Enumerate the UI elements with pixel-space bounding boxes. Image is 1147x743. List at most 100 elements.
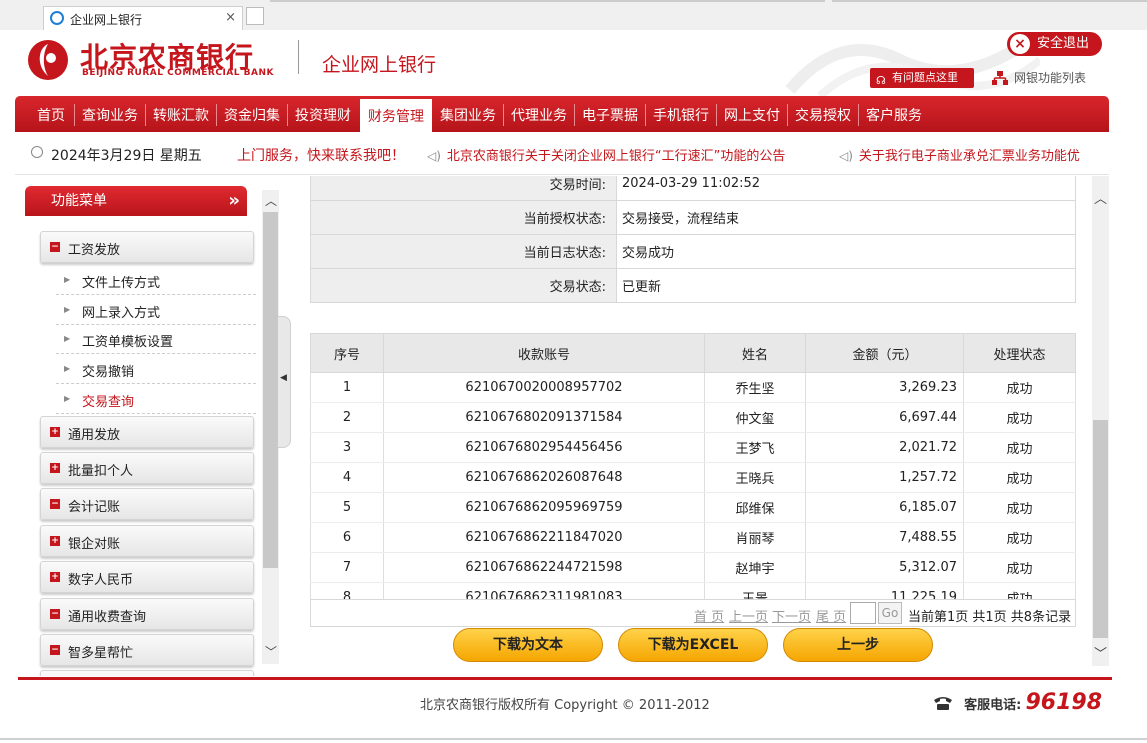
notice-1[interactable]: ◁) 北京农商银行关于关闭企业网上银行“工行速汇”功能的公告 xyxy=(427,145,785,164)
back-button[interactable]: 上一步 xyxy=(783,628,933,662)
menu-sub-label: 交易查询 xyxy=(82,395,135,410)
nav-query[interactable]: 查询业务 xyxy=(76,96,144,132)
phone-icon xyxy=(934,697,952,710)
scroll-up-icon[interactable]: ︿ xyxy=(1094,188,1107,207)
expand-icon: + xyxy=(50,463,60,473)
nav-group-business[interactable]: 集团业务 xyxy=(434,96,502,132)
scroll-up-icon[interactable]: ︿ xyxy=(265,192,277,209)
collapse-icon: − xyxy=(50,609,60,619)
menu-sub-online-entry[interactable]: ▶ 网上录入方式 xyxy=(56,296,256,325)
hotline-number: 96198 xyxy=(1025,690,1103,715)
arrow-right-icon: ▶ xyxy=(64,334,71,343)
menu-sub-label: 文件上传方式 xyxy=(82,276,161,291)
menu-group-label: 数字人民币 xyxy=(68,573,134,588)
cell-amount: 2,021.72 xyxy=(805,432,964,463)
menu-group-batch-debit[interactable]: + 批量扣个人 xyxy=(40,452,254,484)
nav-mobile-banking[interactable]: 手机银行 xyxy=(647,96,715,132)
menu-group-reconciliation[interactable]: + 银企对账 xyxy=(40,525,254,557)
table-row: 5 6210676862095969759 邱维保 6,185.07 成功 xyxy=(310,492,1076,523)
info-row: 交易状态: 已更新 xyxy=(310,268,1076,303)
nav-divider xyxy=(716,104,717,126)
cell-index: 7 xyxy=(310,552,384,583)
browser-tab[interactable]: 企业网上银行 × xyxy=(43,6,243,30)
menu-group-label: 批量扣个人 xyxy=(68,464,134,479)
speaker-icon: ◁) xyxy=(839,149,853,163)
page-next-link[interactable]: 下一页 xyxy=(772,606,811,625)
menu-sub-payslip-template[interactable]: ▶ 工资单模板设置 xyxy=(56,325,256,354)
nav-divider xyxy=(574,104,575,126)
transaction-info-table: 交易时间: 2024-03-29 11:02:52 当前授权状态: 交易接受，流… xyxy=(310,176,1076,303)
menu-group-more[interactable] xyxy=(40,670,254,676)
menu-group-salary[interactable]: − 工资发放 xyxy=(40,231,254,263)
menu-group-accounting[interactable]: − 会计记账 xyxy=(40,488,254,520)
notice-2[interactable]: ◁) 关于我行电子商业承兑汇票业务功能优 xyxy=(839,145,1080,164)
content-scrollbar[interactable]: ︿ ﹀ xyxy=(1092,176,1109,666)
menu-group-helper[interactable]: − 智多星帮忙 xyxy=(40,634,254,666)
collapse-icon: − xyxy=(50,499,60,509)
hotline-label: 客服电话: xyxy=(964,698,1022,713)
brand-subtitle: 企业网上银行 xyxy=(322,54,437,76)
nav-fund-pooling[interactable]: 资金归集 xyxy=(218,96,286,132)
nav-online-payment[interactable]: 网上支付 xyxy=(718,96,786,132)
nav-home[interactable]: 首页 xyxy=(29,96,73,132)
menu-sub-file-upload[interactable]: ▶ 文件上传方式 xyxy=(56,266,256,295)
promo-text[interactable]: 上门服务，快来联系我吧！ xyxy=(237,145,405,165)
nav-customer-service[interactable]: 客户服务 xyxy=(860,96,928,132)
menu-header[interactable]: 功能菜单 » xyxy=(25,186,247,216)
brand-divider xyxy=(298,40,299,74)
cell-amount: 5,312.07 xyxy=(805,552,964,583)
menu-sub-label: 网上录入方式 xyxy=(82,306,161,321)
table-row: 1 6210670020008957702 乔生坚 3,269.23 成功 xyxy=(310,372,1076,403)
tab-close-icon[interactable]: × xyxy=(225,10,236,25)
page-prev-link[interactable]: 上一页 xyxy=(729,606,768,625)
cell-status: 成功 xyxy=(963,372,1076,403)
table-row: 3 6210676802954456456 王梦飞 2,021.72 成功 xyxy=(310,432,1076,463)
page-last-link[interactable]: 尾 页 xyxy=(816,606,846,625)
download-excel-button[interactable]: 下载为EXCEL xyxy=(618,628,768,662)
faq-button[interactable]: ☊ 有问题点这里 xyxy=(870,68,974,88)
notice-2-text: 关于我行电子商业承兑汇票业务功能优 xyxy=(858,149,1080,164)
info-value: 交易接受，流程结束 xyxy=(616,200,1076,235)
menu-scrollbar-thumb[interactable] xyxy=(263,212,278,568)
nav-e-bills[interactable]: 电子票据 xyxy=(576,96,644,132)
nav-divider xyxy=(787,104,788,126)
menu-sub-transaction-query[interactable]: ▶ 交易查询 xyxy=(56,385,256,414)
menu-group-digital-rmb[interactable]: + 数字人民币 xyxy=(40,561,254,593)
cell-account: 6210676862026087648 xyxy=(383,462,705,493)
nav-investment[interactable]: 投资理财 xyxy=(289,96,357,132)
new-tab-icon[interactable] xyxy=(246,7,264,25)
cell-name: 赵坤宇 xyxy=(704,552,806,583)
scroll-down-icon[interactable]: ﹀ xyxy=(1094,643,1107,662)
menu-group-general-payout[interactable]: + 通用发放 xyxy=(40,416,254,448)
speaker-icon: ◁) xyxy=(427,149,441,163)
page-number-input[interactable] xyxy=(850,602,876,624)
nav-agency[interactable]: 代理业务 xyxy=(505,96,573,132)
collapse-chevron-icon[interactable]: » xyxy=(228,186,240,216)
nav-divider xyxy=(287,104,288,126)
menu-group-fee-query[interactable]: − 通用收费查询 xyxy=(40,598,254,630)
menu-sub-transaction-cancel[interactable]: ▶ 交易撤销 xyxy=(56,355,256,384)
column-header-account: 收款账号 xyxy=(383,333,705,373)
nav-authorization[interactable]: 交易授权 xyxy=(789,96,857,132)
page-first-link[interactable]: 首 页 xyxy=(694,606,724,625)
column-header-status: 处理状态 xyxy=(963,333,1076,373)
cell-status: 成功 xyxy=(963,462,1076,493)
nav-finance-management[interactable]: 财务管理 xyxy=(360,99,432,132)
current-date: 2024年3月29日 星期五 xyxy=(51,148,202,164)
menu-group-label: 会计记账 xyxy=(68,500,121,515)
content-scrollbar-thumb[interactable] xyxy=(1093,420,1108,638)
expand-icon: + xyxy=(50,572,60,582)
arrow-right-icon: ▶ xyxy=(64,305,71,314)
function-list-link[interactable]: 网银功能列表 xyxy=(992,68,1086,88)
menu-scrollbar[interactable]: ︿ ﹀ xyxy=(262,190,279,664)
menu-sub-label: 交易撤销 xyxy=(82,365,135,380)
nav-transfer[interactable]: 转账汇款 xyxy=(147,96,215,132)
scroll-down-icon[interactable]: ﹀ xyxy=(265,643,277,660)
page-go-button[interactable]: Go xyxy=(878,602,902,624)
logout-label: 安全退出 xyxy=(1037,36,1090,51)
table-row: 4 6210676862026087648 王晓兵 1,257.72 成功 xyxy=(310,462,1076,493)
download-text-button[interactable]: 下载为文本 xyxy=(453,628,603,662)
logout-button[interactable]: × 安全退出 xyxy=(1007,32,1102,56)
cell-status: 成功 xyxy=(963,432,1076,463)
copyright-text: 北京农商银行版权所有 Copyright © 2011-2012 xyxy=(420,698,710,713)
